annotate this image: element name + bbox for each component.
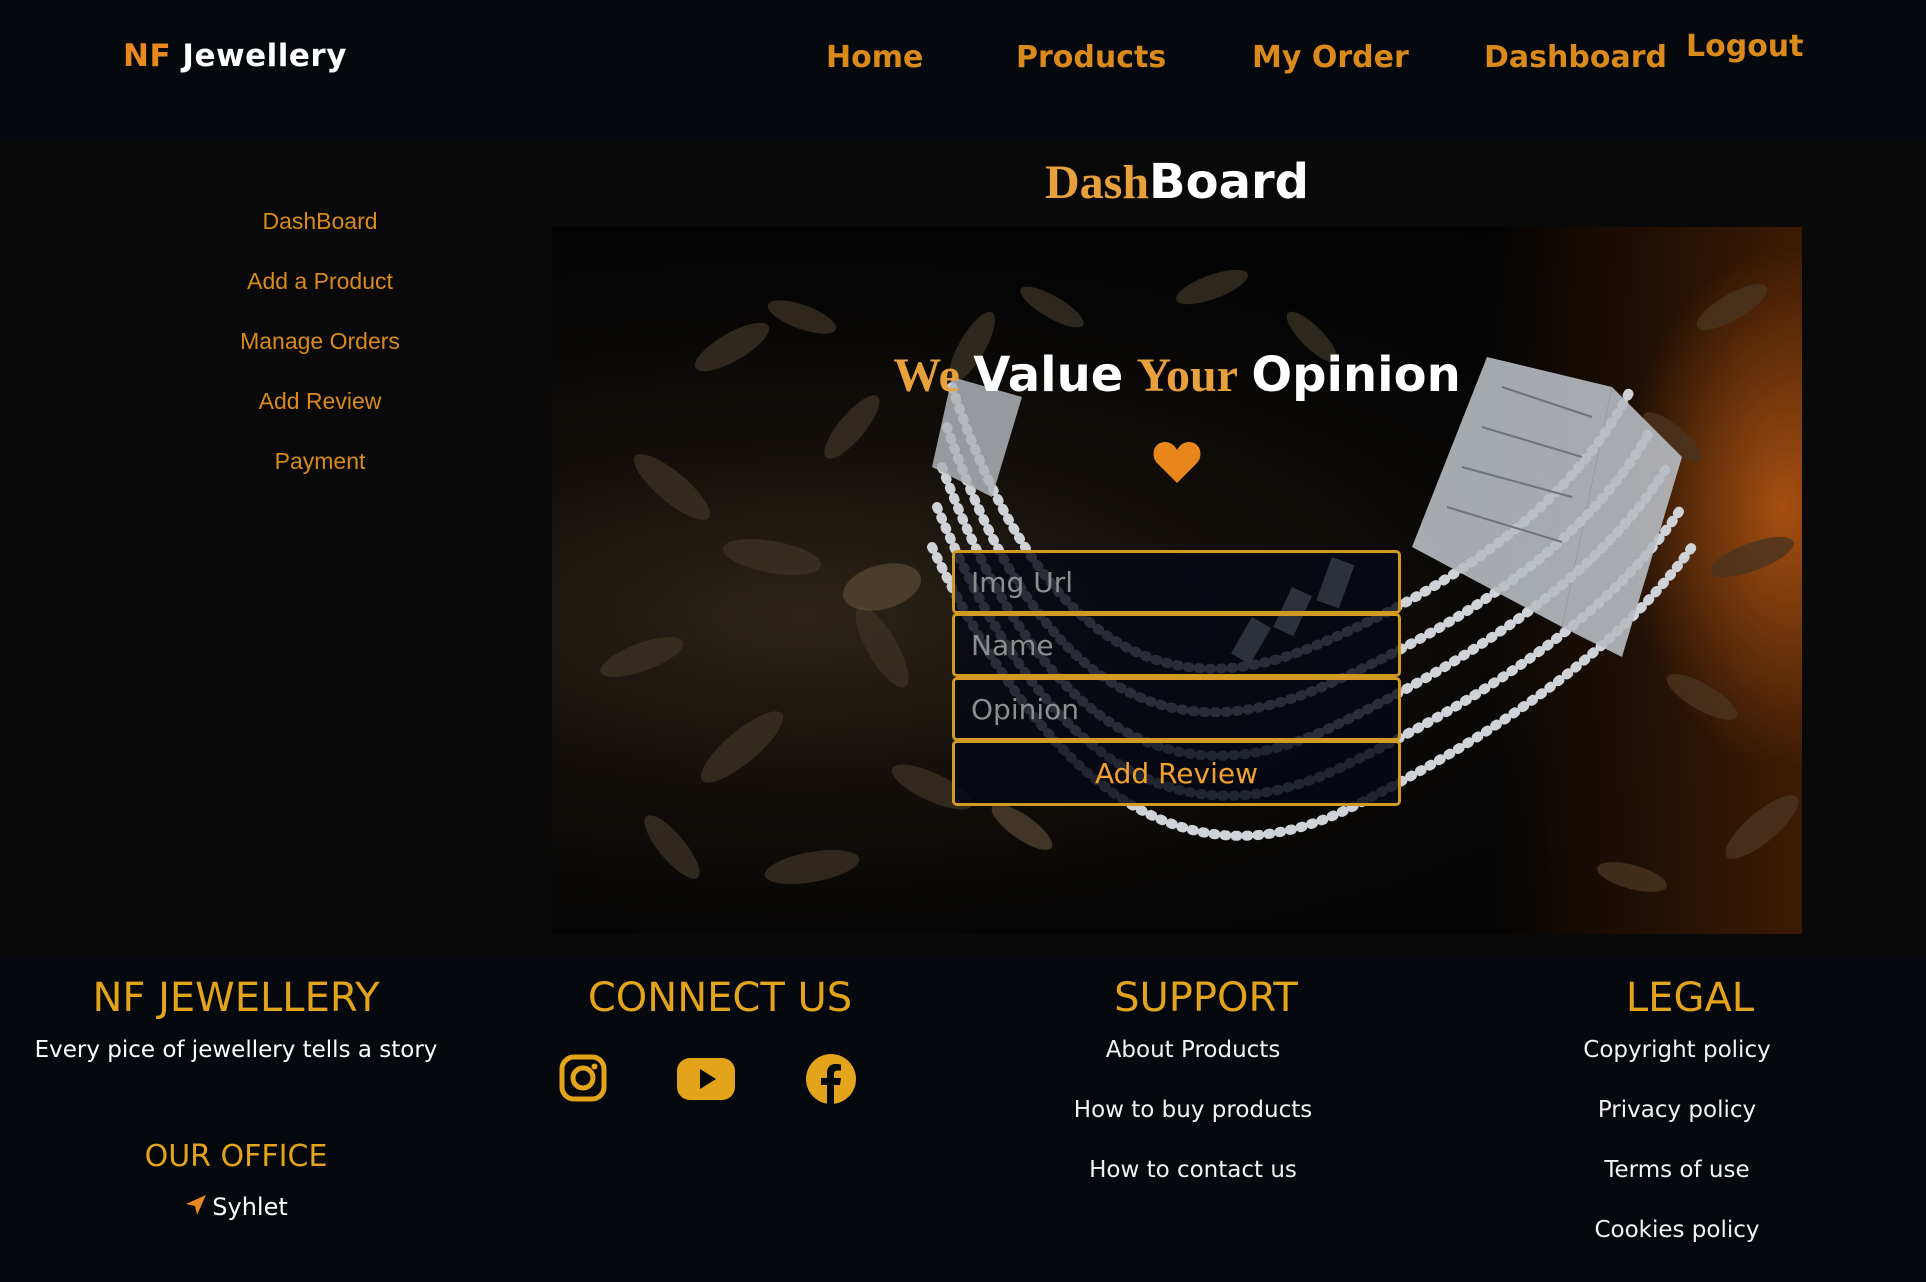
- brand-logo[interactable]: NF Jewellery: [123, 38, 347, 74]
- navbar: NF Jewellery Home Products My Order Dash…: [0, 0, 1926, 140]
- review-hero-panel: We Value Your Opinion Add Review: [552, 227, 1802, 934]
- opinion-input[interactable]: [952, 677, 1401, 741]
- footer-brand-heading: NF JEWELLERY: [92, 975, 380, 1021]
- instagram-icon[interactable]: [558, 1053, 608, 1103]
- office-location: Syhlet: [0, 1193, 472, 1221]
- footer-connect-heading: CONNECT US: [587, 975, 853, 1021]
- legal-link-privacy[interactable]: Privacy policy: [1477, 1097, 1877, 1123]
- nav-logout[interactable]: Logout: [1686, 29, 1804, 64]
- brand-accent: NF: [123, 38, 172, 74]
- legal-link-copyright[interactable]: Copyright policy: [1477, 1037, 1877, 1063]
- heart-icon: [1153, 442, 1201, 483]
- sidebar-item-manage-orders[interactable]: Manage Orders: [0, 328, 640, 355]
- support-link-about-products[interactable]: About Products: [993, 1037, 1393, 1063]
- review-heading-word-4: Opinion: [1251, 347, 1461, 403]
- page-title-part2: Board: [1149, 154, 1310, 210]
- location-arrow-icon: [186, 1195, 207, 1215]
- office-location-text: Syhlet: [212, 1193, 288, 1221]
- nav-my-order[interactable]: My Order: [1252, 40, 1409, 75]
- support-link-how-to-buy[interactable]: How to buy products: [993, 1097, 1393, 1123]
- dashboard-sidebar: DashBoard Add a Product Manage Orders Ad…: [0, 140, 552, 957]
- brand-name: Jewellery: [182, 38, 347, 74]
- review-heading: We Value Your Opinion: [552, 347, 1802, 403]
- sidebar-item-payment[interactable]: Payment: [0, 448, 640, 475]
- nav-products[interactable]: Products: [1016, 40, 1166, 75]
- facebook-icon[interactable]: [805, 1053, 857, 1105]
- page-title: DashBoard: [552, 154, 1802, 210]
- legal-link-terms[interactable]: Terms of use: [1477, 1157, 1877, 1183]
- name-input[interactable]: [952, 613, 1401, 677]
- review-heading-word-3: Your: [1136, 349, 1239, 402]
- img-url-input[interactable]: [952, 550, 1401, 614]
- footer: NF JEWELLERY Every pice of jewellery tel…: [0, 957, 1926, 1282]
- footer-legal-heading: LEGAL: [1625, 975, 1755, 1021]
- sidebar-item-add-review[interactable]: Add Review: [0, 388, 640, 415]
- footer-support-heading: SUPPORT: [1114, 975, 1298, 1021]
- footer-tagline: Every pice of jewellery tells a story: [34, 1037, 438, 1063]
- review-heading-word-2: Value: [973, 347, 1124, 403]
- sidebar-item-dashboard[interactable]: DashBoard: [0, 208, 640, 235]
- add-review-button[interactable]: Add Review: [952, 740, 1401, 806]
- sidebar-item-add-product[interactable]: Add a Product: [0, 268, 640, 295]
- nav-dashboard[interactable]: Dashboard: [1484, 40, 1667, 75]
- legal-link-cookies[interactable]: Cookies policy: [1477, 1217, 1877, 1243]
- main-content: DashBoard Add a Product Manage Orders Ad…: [0, 140, 1926, 957]
- review-heading-word-1: We: [893, 349, 960, 402]
- youtube-icon[interactable]: [676, 1057, 736, 1101]
- page-title-part1: Dash: [1044, 156, 1150, 209]
- nav-home[interactable]: Home: [826, 40, 923, 75]
- support-link-contact[interactable]: How to contact us: [993, 1157, 1393, 1183]
- office-heading: OUR OFFICE: [144, 1139, 328, 1174]
